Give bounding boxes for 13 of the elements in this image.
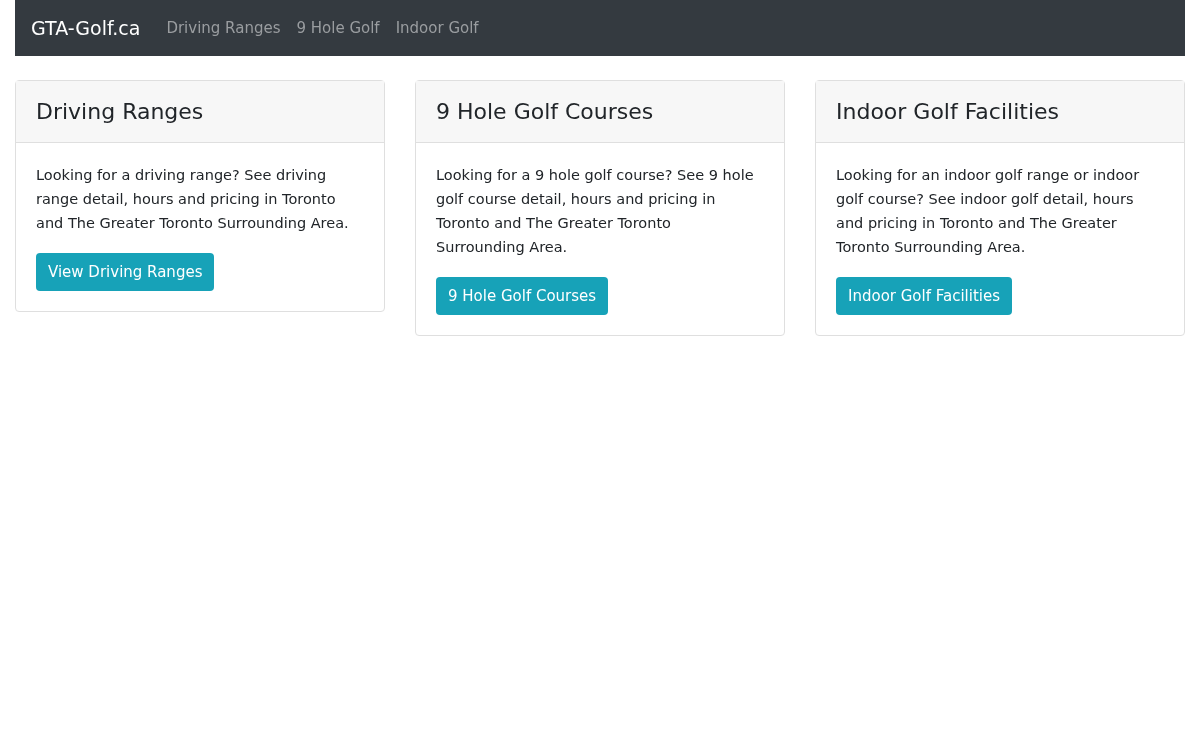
- card-title: 9 Hole Golf Courses: [436, 98, 654, 126]
- card-text: Looking for an indoor golf range or indoor golf course? See indoor golf detail, hours and pricing in Toronto and The Greater Toronto Surrounding Area.: [836, 166, 1141, 257]
- card-title: Indoor Golf Facilities: [836, 98, 1059, 126]
- nav-link[interactable]: Driving Ranges: [158, 16, 289, 40]
- brand-link[interactable]: GTA-Golf.ca: [31, 13, 141, 43]
- nav-link[interactable]: 9 Hole Golf: [288, 16, 388, 40]
- card-title: Driving Ranges: [36, 98, 204, 126]
- nav-link[interactable]: Indoor Golf: [387, 16, 487, 40]
- card-text: Looking for a 9 hole golf course? See 9 hole golf course detail, hours and pricing in Toronto and The Greater Toronto Surrounding Area.: [436, 166, 755, 257]
- card-button[interactable]: View Driving Ranges: [36, 253, 215, 291]
- card-text: Looking for a driving range? See driving range detail, hours and pricing in Toronto and The Greater Toronto Surrounding Area.: [36, 166, 350, 233]
- card-button[interactable]: 9 Hole Golf Courses: [436, 277, 609, 315]
- card-button[interactable]: Indoor Golf Facilities: [836, 277, 1013, 315]
